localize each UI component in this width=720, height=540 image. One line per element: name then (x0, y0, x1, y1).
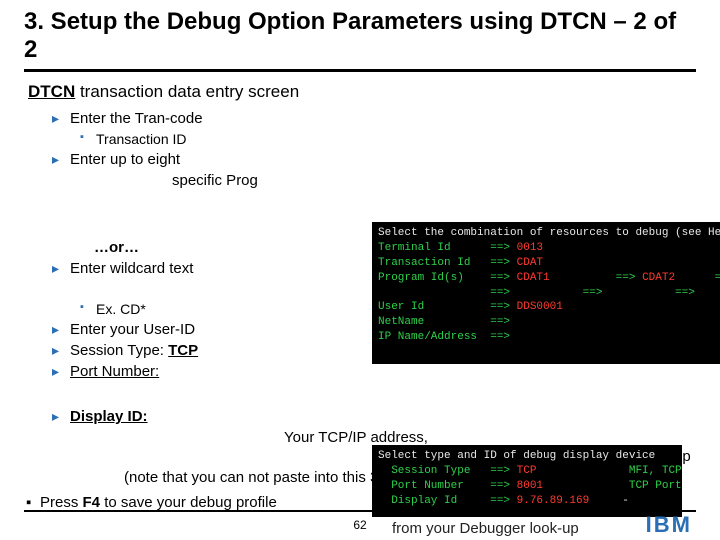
partial-from-text: from your Debugger look-up (392, 520, 579, 537)
slide-title: 3. Setup the Debug Option Parameters usi… (24, 8, 696, 72)
subbullet-example: Ex. CD* (80, 301, 696, 317)
subhead-rest: transaction data entry screen (75, 82, 299, 101)
bullet-up-to-eight: Enter up to eight (52, 151, 696, 168)
bullet-display-id: Display ID: (52, 408, 696, 425)
subheading: DTCN transaction data entry screen (28, 82, 696, 102)
content-area: Select the combination of resources to d… (24, 110, 696, 511)
footer-rule (24, 510, 696, 512)
bullet-wildcard: Enter wildcard text (52, 260, 696, 277)
bullet-press-f4: Press F4 to save your debug profile (26, 494, 696, 511)
bullet-session-type: Session Type: TCP (52, 342, 696, 359)
page-number: 62 (353, 518, 366, 532)
bullet-port-number: Port Number: (52, 363, 696, 380)
bullet-user-id: Enter your User-ID (52, 321, 696, 338)
ibm-logo: IBM (646, 512, 692, 538)
subhead-keyword: DTCN (28, 82, 75, 101)
bullet-tran-code: Enter the Tran-code (52, 110, 696, 127)
specific-programs-line: specific Prog (172, 172, 696, 189)
tcpip-address-line: Your TCP/IP address, (284, 429, 696, 446)
subbullet-transaction-id: Transaction ID (80, 131, 696, 147)
